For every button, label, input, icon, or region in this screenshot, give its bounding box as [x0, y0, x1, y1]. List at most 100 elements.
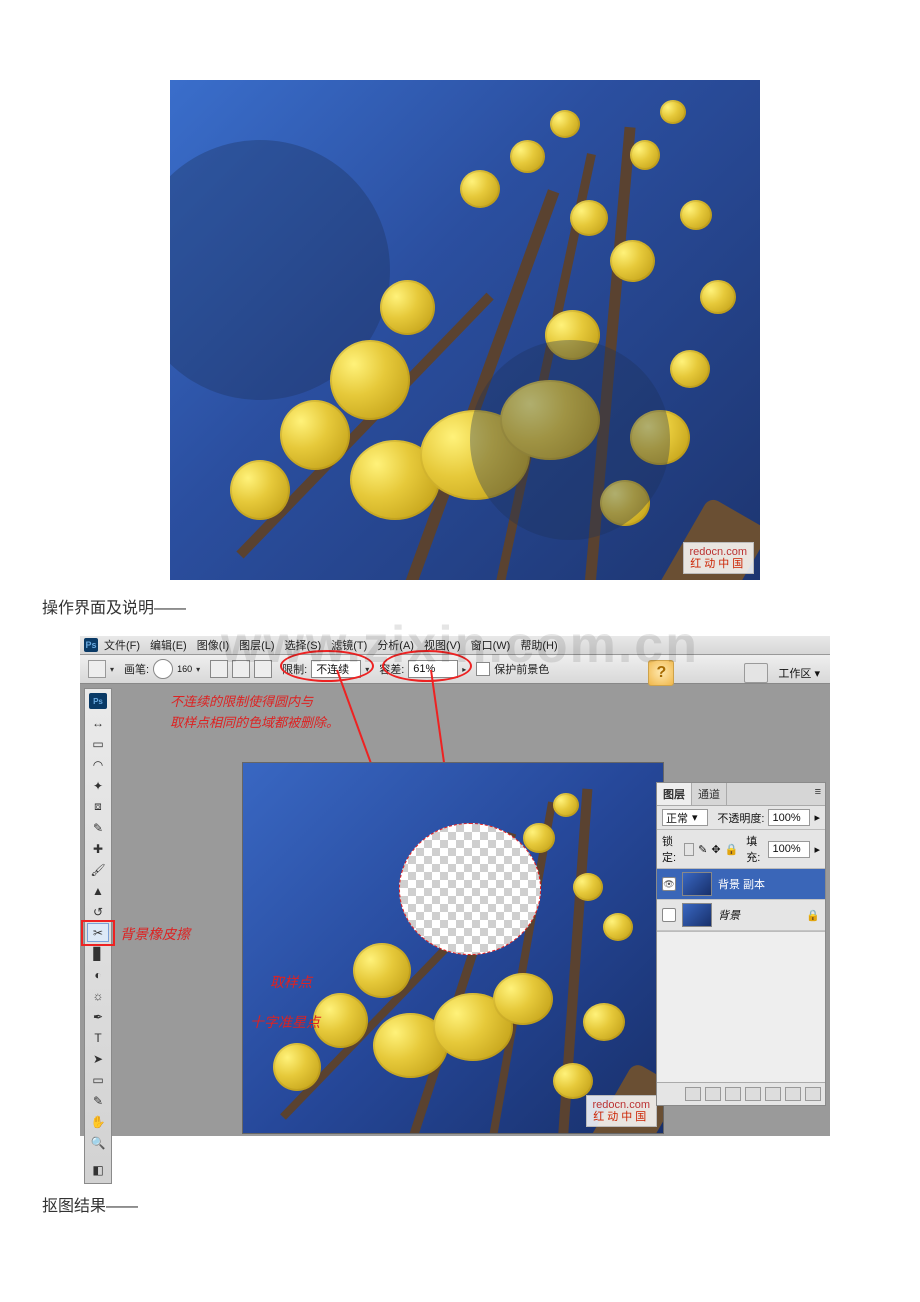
eyedropper-tool-icon[interactable]: ✎ [87, 818, 109, 837]
move-tool-icon[interactable]: ↔ [87, 713, 109, 732]
lock-brush-icon[interactable]: ✎ [698, 843, 707, 856]
tolerance-label: 容差: [379, 661, 404, 677]
fg-bg-swatch-icon[interactable]: ◧ [87, 1160, 109, 1179]
brush-label: 画笔: [124, 661, 149, 677]
annotation-tool-label: 背景橡皮擦 [120, 924, 190, 944]
photoshop-interface: Ps 文件(F) 编辑(E) 图像(I) 图层(L) 选择(S) 滤镜(T) 分… [80, 636, 830, 1136]
opacity-field[interactable]: 100% [768, 809, 810, 826]
marquee-tool-icon[interactable]: ▭ [87, 734, 109, 753]
crop-tool-icon[interactable]: ⧈ [87, 797, 109, 816]
visibility-icon-2[interactable] [662, 908, 676, 922]
group-icon[interactable] [765, 1087, 781, 1101]
menu-select[interactable]: 选择(S) [281, 637, 326, 653]
lock-all-icon[interactable]: 🔒 [725, 843, 739, 856]
menu-analysis[interactable]: 分析(A) [373, 637, 418, 653]
adjustment-layer-icon[interactable] [745, 1087, 761, 1101]
layer-name-copy: 背景 副本 [718, 876, 765, 892]
menu-view[interactable]: 视图(V) [420, 637, 465, 653]
visibility-icon[interactable]: 👁 [662, 877, 676, 891]
blend-mode-select[interactable]: 正常▾ [662, 809, 708, 826]
caption-result: 抠图结果—— [42, 1192, 138, 1216]
type-tool-icon[interactable]: T [87, 1028, 109, 1047]
menu-layer[interactable]: 图层(L) [235, 637, 278, 653]
tab-channels[interactable]: 通道 [692, 783, 727, 805]
sampling-continuous-icon[interactable] [210, 660, 228, 678]
annotation-sample-point: 取样点 [270, 972, 312, 992]
new-layer-icon[interactable] [785, 1087, 801, 1101]
layers-panel: 图层 通道 ≡ 正常▾ 不透明度: 100%▸ 锁定: ✎ ✥ 🔒 [656, 782, 826, 1106]
annotation-tip-line1: 不连续的限制使得圆内与 [170, 692, 339, 713]
delete-layer-icon[interactable] [805, 1087, 821, 1101]
menu-file[interactable]: 文件(F) [100, 637, 144, 653]
lasso-tool-icon[interactable]: ◠ [87, 755, 109, 774]
workspace-menu[interactable]: 工作区 ▾ [778, 665, 820, 681]
blur-tool-icon[interactable]: ◐ [87, 965, 109, 984]
ps-badge-icon: Ps [89, 693, 107, 709]
tool-preset-icon[interactable] [88, 660, 106, 678]
opacity-value: 100% [772, 812, 800, 824]
layer-thumbnail-icon [682, 872, 712, 896]
menu-edit[interactable]: 编辑(E) [146, 637, 191, 653]
lock-label: 锁定: [662, 833, 680, 865]
layer-thumbnail-icon-2 [682, 903, 712, 927]
brush-preview-icon[interactable] [153, 659, 173, 679]
options-bar: ▾ 画笔: 160 ▾ 限制: 不连续 ▾ 容差: 61% ▸ [80, 655, 830, 684]
history-brush-icon[interactable]: ↺ [87, 902, 109, 921]
gradient-tool-icon[interactable]: ▊ [87, 944, 109, 963]
layer-row-bg[interactable]: 背景 🔒 [657, 900, 825, 931]
zoom-tool-icon[interactable]: 🔍 [87, 1133, 109, 1152]
annotation-crosshair: 十字准星点 [250, 1012, 320, 1032]
limits-value: 不连续 [316, 661, 349, 677]
layers-footer [657, 1082, 825, 1105]
shape-tool-icon[interactable]: ▭ [87, 1070, 109, 1089]
dodge-tool-icon[interactable]: ☼ [87, 986, 109, 1005]
layer-row-copy[interactable]: 👁 背景 副本 [657, 869, 825, 900]
blend-mode-value: 正常 [666, 810, 688, 826]
wm-cn-2: 红动中国 [593, 1111, 650, 1123]
source-photo: redocn.com 红动中国 [170, 80, 760, 580]
canvas-watermark: redocn.com 红动中国 [586, 1095, 657, 1127]
fill-label: 填充: [746, 833, 764, 865]
stamp-tool-icon[interactable]: ▲ [87, 881, 109, 900]
wm-url: redocn.com [690, 546, 747, 558]
layer-fx-icon[interactable] [705, 1087, 721, 1101]
fill-field[interactable]: 100% [768, 841, 810, 858]
brush-tool-icon[interactable]: 🖌 [87, 860, 109, 879]
path-tool-icon[interactable]: ➤ [87, 1049, 109, 1068]
annotation-tip-line2: 取样点相同的色域都被删除。 [170, 713, 339, 734]
notes-tool-icon[interactable]: ✎ [87, 1091, 109, 1110]
menu-window[interactable]: 窗口(W) [467, 637, 515, 653]
lock-move-icon[interactable]: ✥ [711, 843, 720, 856]
annotation-tip: 不连续的限制使得圆内与 取样点相同的色域都被删除。 [170, 692, 339, 734]
opacity-label: 不透明度: [717, 810, 764, 826]
hand-tool-icon[interactable]: ✋ [87, 1112, 109, 1131]
brush-size: 160 [177, 664, 192, 674]
sampling-swatch-icon[interactable] [254, 660, 272, 678]
tab-layers[interactable]: 图层 [657, 783, 692, 805]
document-canvas[interactable]: redocn.com 红动中国 [242, 762, 664, 1134]
healing-tool-icon[interactable]: ✚ [87, 839, 109, 858]
menu-help[interactable]: 帮助(H) [516, 637, 561, 653]
limits-label: 限制: [282, 661, 307, 677]
link-layers-icon[interactable] [685, 1087, 701, 1101]
menu-image[interactable]: 图像(I) [193, 637, 233, 653]
pen-tool-icon[interactable]: ✒ [87, 1007, 109, 1026]
menu-filter[interactable]: 滤镜(T) [327, 637, 371, 653]
wand-tool-icon[interactable]: ✦ [87, 776, 109, 795]
menubar: Ps 文件(F) 编辑(E) 图像(I) 图层(L) 选择(S) 滤镜(T) 分… [80, 636, 830, 655]
bg-eraser-tool-icon[interactable]: ✂ [87, 923, 109, 942]
layer-name-bg: 背景 [718, 907, 740, 923]
lock-icon: 🔒 [806, 909, 820, 922]
screen-mode-icon[interactable] [744, 663, 768, 683]
tolerance-field[interactable]: 61% [408, 660, 458, 678]
fill-value: 100% [772, 843, 800, 855]
photo-watermark: redocn.com 红动中国 [683, 542, 754, 574]
layer-mask-icon[interactable] [725, 1087, 741, 1101]
wm-url-2: redocn.com [593, 1099, 650, 1111]
caption-interface: 操作界面及说明—— [42, 594, 186, 618]
panel-menu-icon[interactable]: ≡ [811, 783, 825, 805]
protect-fg-checkbox[interactable] [476, 662, 490, 676]
sampling-once-icon[interactable] [232, 660, 250, 678]
lock-transparent-icon[interactable] [684, 843, 694, 856]
app-icon: Ps [84, 638, 98, 652]
